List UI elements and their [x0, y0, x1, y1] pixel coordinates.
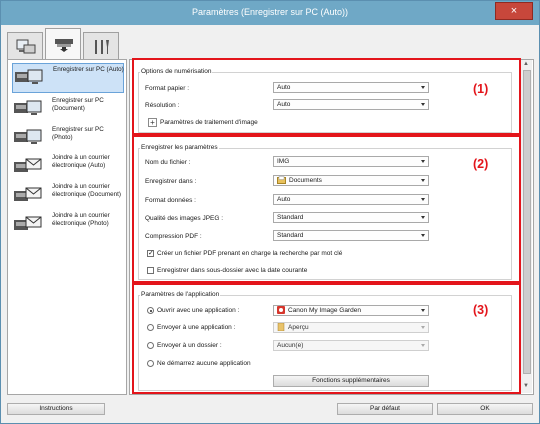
marker-1: (1) — [473, 82, 489, 96]
save-to-pc-icon — [14, 100, 42, 115]
pdf-compression-select[interactable]: Standard — [273, 230, 429, 241]
tab-scan-from-computer[interactable] — [7, 32, 43, 60]
resolution-value: Auto — [277, 101, 291, 108]
jpeg-quality-select[interactable]: Standard — [273, 212, 429, 223]
save-in-label: Enregistrer dans : — [145, 178, 197, 185]
general-settings-icon — [95, 40, 109, 54]
jpeg-quality-label: Qualité des images JPEG : — [145, 215, 224, 222]
searchable-pdf-checkbox[interactable]: ✓ — [147, 250, 154, 257]
scan-options-title: Options de numérisation — [140, 68, 213, 75]
open-app-radio[interactable] — [147, 307, 154, 314]
scan-type-list: Enregistrer sur PC (Auto) Enregistrer su… — [7, 59, 127, 395]
sidebar-item-label: Joindre à un courrier électronique (Auto… — [52, 154, 110, 169]
send-folder-select[interactable]: Aucun(e) — [273, 340, 429, 351]
sidebar-item-label: Enregistrer sur PC (Auto) — [53, 66, 124, 73]
expand-plus-icon[interactable]: + — [148, 118, 157, 127]
send-folder-label[interactable]: Envoyer à un dossier : — [157, 342, 222, 349]
sidebar-item-label: Enregistrer sur PC (Document) — [52, 97, 104, 112]
my-image-garden-icon — [277, 306, 285, 315]
scroll-thumb[interactable] — [523, 70, 531, 374]
sidebar-item-email-photo[interactable]: Joindre à un courrier électronique (Phot… — [12, 210, 124, 240]
data-format-select[interactable]: Auto — [273, 194, 429, 205]
attach-email-icon — [14, 187, 42, 201]
sidebar-item-save-pc-auto[interactable]: Enregistrer sur PC (Auto) — [12, 63, 124, 93]
preview-app-icon — [277, 323, 285, 332]
save-in-value: Documents — [289, 177, 322, 184]
chevron-down-icon — [421, 86, 425, 89]
open-app-label[interactable]: Ouvrir avec une application : — [157, 307, 239, 314]
jpeg-quality-value: Standard — [277, 214, 304, 221]
attach-email-icon — [14, 216, 42, 230]
send-app-select[interactable]: Aperçu — [273, 322, 429, 333]
tab-scan-from-panel[interactable] — [45, 28, 81, 61]
image-processing-label[interactable]: Paramètres de traitement d'image — [160, 119, 258, 126]
close-button[interactable]: × — [495, 2, 533, 20]
subfolder-date-label[interactable]: Enregistrer dans sous-dossier avec la da… — [157, 267, 307, 274]
marker-3: (3) — [473, 303, 489, 317]
send-app-label[interactable]: Envoyer à une application : — [157, 324, 235, 331]
settings-dialog: Paramètres (Enregistrer sur PC (Auto)) ×… — [0, 0, 540, 424]
app-settings-title: Paramètres de l'application — [140, 291, 221, 298]
sidebar-item-email-document[interactable]: Joindre à un courrier électronique (Docu… — [12, 181, 124, 211]
chevron-down-icon — [421, 103, 425, 106]
save-in-select[interactable]: Documents — [273, 175, 429, 186]
sidebar-item-label: Joindre à un courrier électronique (Docu… — [52, 183, 121, 198]
send-folder-radio[interactable] — [147, 342, 154, 349]
open-app-value: Canon My Image Garden — [288, 307, 361, 314]
chevron-down-icon — [421, 234, 425, 237]
pdf-compression-label: Compression PDF : — [145, 233, 202, 240]
chevron-down-icon — [421, 198, 425, 201]
chevron-down-icon — [421, 344, 425, 347]
send-app-radio[interactable] — [147, 324, 154, 331]
ok-button[interactable]: OK — [437, 403, 533, 415]
defaults-button[interactable]: Par défaut — [337, 403, 433, 415]
scan-from-computer-icon — [16, 39, 36, 54]
subfolder-date-checkbox[interactable] — [147, 267, 154, 274]
save-settings-title: Enregistrer les paramètres — [140, 144, 219, 151]
data-format-label: Format données : — [145, 197, 196, 204]
no-app-label[interactable]: Ne démarrez aucune application — [157, 360, 251, 367]
attach-email-icon — [14, 158, 42, 172]
documents-folder-icon — [277, 176, 286, 185]
scroll-up-icon[interactable]: ▲ — [523, 61, 529, 67]
sidebar-item-label: Enregistrer sur PC (Photo) — [52, 126, 104, 141]
send-app-value: Aperçu — [288, 324, 309, 331]
chevron-down-icon — [421, 309, 425, 312]
chevron-down-icon — [421, 160, 425, 163]
sidebar-item-save-pc-document[interactable]: Enregistrer sur PC (Document) — [12, 95, 124, 125]
save-to-pc-icon — [15, 69, 43, 84]
scan-from-panel-icon — [55, 39, 73, 52]
chevron-down-icon — [421, 179, 425, 182]
filename-value: IMG — [277, 158, 290, 165]
paper-size-value: Auto — [277, 84, 291, 91]
chevron-down-icon — [421, 216, 425, 219]
tab-general-settings[interactable] — [83, 32, 119, 60]
resolution-select[interactable]: Auto — [273, 99, 429, 110]
data-format-value: Auto — [277, 196, 291, 203]
sidebar-item-save-pc-photo[interactable]: Enregistrer sur PC (Photo) — [12, 124, 124, 154]
open-app-select[interactable]: Canon My Image Garden — [273, 305, 429, 316]
instructions-button[interactable]: Instructions — [7, 403, 105, 415]
marker-2: (2) — [473, 157, 489, 171]
resolution-label: Résolution : — [145, 102, 180, 109]
pdf-compression-value: Standard — [277, 232, 304, 239]
paper-size-select[interactable]: Auto — [273, 82, 429, 93]
searchable-pdf-label[interactable]: Créer un fichier PDF prenant en charge l… — [157, 250, 342, 257]
no-app-radio[interactable] — [147, 360, 154, 367]
filename-label: Nom du fichier : — [145, 159, 191, 166]
sidebar-item-email-auto[interactable]: Joindre à un courrier électronique (Auto… — [12, 152, 124, 182]
window-title: Paramètres (Enregistrer sur PC (Auto)) — [191, 7, 349, 17]
paper-size-label: Format papier : — [145, 85, 190, 92]
sidebar-item-label: Joindre à un courrier électronique (Phot… — [52, 212, 110, 227]
chevron-down-icon — [421, 326, 425, 329]
title-bar: Paramètres (Enregistrer sur PC (Auto)) × — [1, 1, 539, 25]
filename-combo[interactable]: IMG — [273, 156, 429, 167]
send-folder-value: Aucun(e) — [277, 342, 304, 349]
vertical-scrollbar[interactable]: ▲ ▼ — [520, 60, 532, 393]
scroll-down-icon[interactable]: ▼ — [523, 383, 529, 389]
more-functions-button[interactable]: Fonctions supplémentaires — [273, 375, 429, 387]
save-to-pc-icon — [14, 129, 42, 144]
